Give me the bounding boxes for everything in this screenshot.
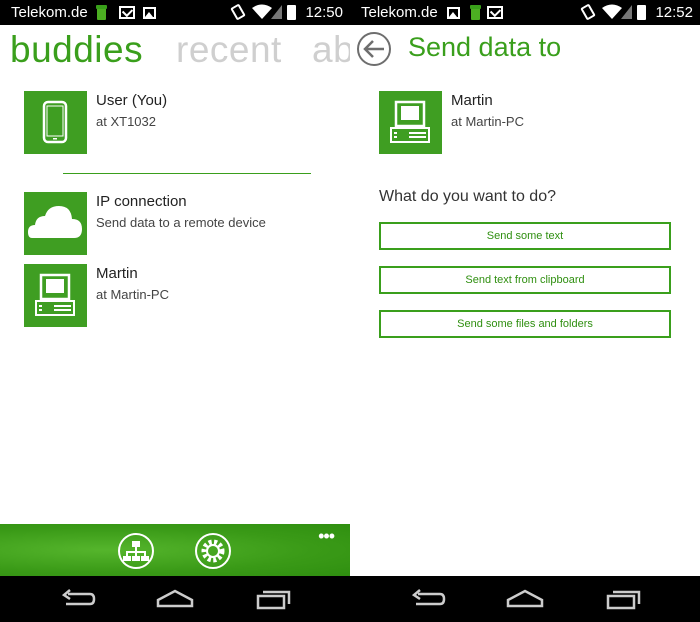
wifi-icon [602, 4, 622, 19]
buddy-name: IP connection [96, 193, 187, 210]
navigation-bar [350, 576, 700, 622]
tab-recent[interactable]: recent [176, 29, 282, 71]
target-location: at Martin-PC [451, 114, 524, 129]
battery-icon [287, 5, 296, 20]
vibrate-icon [230, 3, 246, 21]
divider [63, 173, 311, 174]
navigation-bar [0, 576, 350, 622]
smartphone-icon [24, 91, 87, 154]
buddy-location: at Martin-PC [96, 287, 169, 302]
more-options-button[interactable]: ••• [318, 526, 335, 547]
buddies-screen: Telekom.de 12:50 buddies recent ab User … [0, 0, 350, 622]
carrier-label: Telekom.de [361, 4, 438, 21]
image-notification-icon [447, 7, 460, 19]
network-icon[interactable] [118, 533, 154, 569]
pivot-header: buddies recent ab [0, 25, 350, 73]
target-device: Martin at Martin-PC [379, 91, 699, 155]
gmail-icon [119, 6, 135, 19]
cloud-icon [24, 192, 87, 255]
back-button[interactable] [357, 32, 391, 66]
recents-nav-icon[interactable] [256, 588, 292, 610]
buddy-item-ip-connection[interactable]: IP connection Send data to a remote devi… [24, 192, 344, 256]
buddy-item-user[interactable]: User (You) at XT1032 [24, 91, 344, 155]
action-prompt: What do you want to do? [379, 188, 556, 205]
gmail-icon [487, 6, 503, 19]
send-clipboard-button[interactable]: Send text from clipboard [379, 266, 671, 294]
status-bar: Telekom.de 12:52 [350, 0, 700, 25]
buddy-location: Send data to a remote device [96, 215, 266, 230]
buddy-item-martin[interactable]: Martin at Martin-PC [24, 264, 344, 328]
buddy-name: Martin [96, 265, 138, 282]
send-data-screen: Telekom.de 12:52 Send data to Martin at … [350, 0, 700, 622]
computer-icon [379, 91, 442, 154]
home-nav-icon[interactable] [506, 588, 544, 610]
notification-app-icon [470, 5, 481, 20]
signal-icon [621, 5, 632, 19]
clock: 12:52 [655, 4, 693, 21]
send-text-button[interactable]: Send some text [379, 222, 671, 250]
computer-icon [24, 264, 87, 327]
tab-about[interactable]: ab [312, 29, 350, 71]
image-notification-icon [143, 7, 156, 19]
wifi-icon [252, 4, 272, 19]
buddy-name: User (You) [96, 92, 168, 109]
home-nav-icon[interactable] [156, 588, 194, 610]
buddy-location: at XT1032 [96, 114, 156, 129]
signal-icon [271, 5, 282, 19]
vibrate-icon [580, 3, 596, 21]
settings-gear-icon[interactable] [195, 533, 231, 569]
app-bar: ••• [0, 524, 350, 576]
back-nav-icon[interactable] [410, 588, 446, 610]
tab-buddies[interactable]: buddies [10, 29, 143, 71]
page-header: Send data to [350, 25, 700, 73]
target-name: Martin [451, 92, 493, 109]
status-bar: Telekom.de 12:50 [0, 0, 350, 25]
back-nav-icon[interactable] [60, 588, 96, 610]
battery-icon [637, 5, 646, 20]
carrier-label: Telekom.de [11, 4, 88, 21]
clock: 12:50 [305, 4, 343, 21]
notification-app-icon [96, 5, 107, 20]
recents-nav-icon[interactable] [606, 588, 642, 610]
page-title: Send data to [408, 32, 562, 62]
arrow-left-icon [363, 40, 384, 58]
send-files-button[interactable]: Send some files and folders [379, 310, 671, 338]
